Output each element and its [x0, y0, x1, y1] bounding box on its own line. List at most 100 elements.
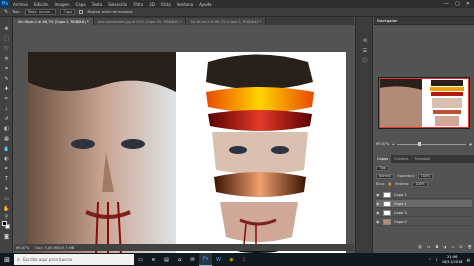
shape-tool-icon[interactable]: ▭	[3, 195, 10, 202]
menu-ayuda[interactable]: Ayuda	[196, 2, 214, 7]
tab-sin-titulo-1[interactable]: Sin título-1 al 66,7% (Capa 1, RGB/8#) *	[14, 18, 94, 25]
healing-brush-icon[interactable]: ✚	[3, 85, 10, 92]
menu-vista[interactable]: Vista	[158, 2, 174, 7]
navigator-zoom-value[interactable]: 66,67%	[376, 142, 389, 146]
zoom-out-icon[interactable]: ▴	[392, 142, 394, 146]
opacity-field[interactable]: 100%	[417, 173, 434, 179]
layer-row[interactable]: ◉ Capa 1	[376, 200, 472, 208]
sample-size-select[interactable]: Tabla: autom...	[24, 9, 57, 15]
navigator-preview[interactable]	[378, 77, 470, 129]
notifications-icon[interactable]: ▤	[467, 258, 470, 262]
photoshop-logo: Ps	[0, 0, 10, 8]
windows-start-icon[interactable]: ⊞	[0, 253, 14, 266]
slice-right-eye	[271, 146, 289, 154]
pen-tool-icon[interactable]: ✒	[3, 165, 10, 172]
mask-icon[interactable]: ◘	[435, 245, 438, 249]
zoom-in-icon[interactable]: ▲	[469, 142, 472, 146]
menu-edicion[interactable]: Edición	[31, 2, 51, 7]
blur-tool-icon[interactable]: 💧	[3, 145, 10, 152]
minimize-button[interactable]: —	[444, 1, 449, 7]
menu-capa[interactable]: Capa	[73, 2, 89, 7]
menu-archivo[interactable]: Archivo	[10, 2, 31, 7]
foreground-color-swatch[interactable]	[2, 221, 7, 226]
menu-imagen[interactable]: Imagen	[51, 2, 72, 7]
trash-icon[interactable]: 🗑	[468, 245, 472, 249]
zoom-slider[interactable]	[397, 141, 467, 146]
path-select-icon[interactable]: ➤	[3, 185, 10, 192]
tab-sin-titulo-2[interactable]: Sin título-2 al 66,7% (Capa 2, RGB/8#) *	[186, 18, 267, 25]
tab-capas[interactable]: Capas	[374, 155, 392, 163]
visibility-eye-icon[interactable]: ◉	[376, 201, 380, 206]
brush-tool-icon[interactable]: ✏	[3, 95, 10, 102]
canvas[interactable]	[28, 52, 346, 255]
type-tool-icon[interactable]: T	[3, 175, 10, 182]
properties-icon[interactable]: ☰	[361, 47, 369, 54]
history-icon[interactable]: ⟲	[361, 37, 369, 44]
kind-filter-select[interactable]: Tipo	[376, 165, 389, 171]
link-layers-icon[interactable]: ⛓	[418, 245, 422, 249]
blend-mode-select[interactable]: Normal	[376, 173, 394, 179]
tab-canales[interactable]: Canales	[391, 155, 411, 163]
clock[interactable]: 21:06 16/11/2018	[442, 255, 463, 264]
menu-3d[interactable]: 3D	[146, 2, 158, 7]
adjustment-icon[interactable]: ◑	[443, 245, 446, 249]
chrome-icon[interactable]: ◉	[225, 253, 238, 266]
mail-icon[interactable]: ✉	[186, 253, 199, 266]
quick-select-tool-icon[interactable]: ✲	[3, 55, 10, 62]
tab-pier-eyeremark[interactable]: pier-eyeremark.jpg al 50% (Capa 00, RGB/…	[93, 18, 187, 25]
taskbar-search[interactable]: ⚲ Escribe aquí para buscar	[14, 254, 134, 265]
gradient-tool-icon[interactable]: ▦	[3, 135, 10, 142]
size-label: Tam:	[12, 10, 21, 14]
close-button[interactable]: ✕	[466, 1, 470, 7]
blend-row: Normal Opacidad: 100%	[376, 173, 472, 179]
quick-mask-icon[interactable]: ◙	[3, 233, 10, 240]
zoom-readout[interactable]: 66,67%	[16, 246, 29, 250]
fill-field[interactable]: 100%	[412, 181, 428, 187]
menu-seleccion[interactable]: Selección	[105, 2, 130, 7]
hand-tool-icon[interactable]: ✋	[3, 205, 10, 212]
fill-label: Relleno:	[395, 182, 410, 186]
layer-row[interactable]: ◉ Capa 2	[376, 191, 472, 199]
store-icon[interactable]: ⌂	[173, 253, 186, 266]
info-icon[interactable]: ⓘ	[361, 57, 369, 64]
task-view-icon[interactable]: ▭	[134, 253, 147, 266]
group-folder-icon[interactable]: ▭	[451, 245, 454, 249]
tab-trazados[interactable]: Trazados	[411, 155, 433, 163]
edge-icon[interactable]: e	[147, 253, 160, 266]
word-icon[interactable]: W	[212, 253, 225, 266]
move-tool-icon[interactable]: ✥	[3, 25, 10, 32]
new-layer-icon[interactable]: ⊞	[460, 245, 463, 249]
volume-icon[interactable]: ♪	[436, 258, 438, 262]
eyedropper-icon[interactable]: ✎	[3, 75, 10, 82]
file-explorer-icon[interactable]: ▤	[160, 253, 173, 266]
network-icon[interactable]: ⌃	[429, 258, 432, 262]
menu-ventana[interactable]: Ventana	[174, 2, 196, 7]
photoshop-taskbar-icon[interactable]: Ps	[199, 253, 212, 266]
sample-layer-select[interactable]: Capa	[60, 9, 76, 15]
app-c-icon[interactable]: C	[238, 253, 251, 266]
sample-ring-checkbox[interactable]	[79, 10, 84, 14]
eyedropper-tool-icon[interactable]: ✎	[4, 9, 8, 15]
menu-filtro[interactable]: Filtro	[130, 2, 146, 7]
fx-icon[interactable]: fx	[427, 245, 430, 249]
navigator-panel-header[interactable]: Navegador	[374, 17, 474, 25]
lasso-tool-icon[interactable]: ➰	[3, 45, 10, 52]
marquee-tool-icon[interactable]: ⬚	[3, 35, 10, 42]
maximize-button[interactable]: ▢	[455, 1, 460, 7]
stamp-tool-icon[interactable]: ⊥	[3, 105, 10, 112]
lock-icon[interactable]: 🔒	[388, 182, 392, 186]
menu-texto[interactable]: Texto	[89, 2, 106, 7]
navigator-view-box[interactable]	[379, 78, 469, 128]
crop-tool-icon[interactable]: ⌗	[3, 65, 10, 72]
zoom-slider-knob[interactable]	[417, 141, 421, 146]
history-brush-icon[interactable]: ↺	[3, 115, 10, 122]
layer-row[interactable]: ◉ Capa 3	[376, 209, 472, 217]
layer-row[interactable]: ◉ Capa 0	[376, 218, 472, 226]
eraser-tool-icon[interactable]: ◧	[3, 125, 10, 132]
visibility-eye-icon[interactable]: ◉	[376, 219, 380, 224]
zoom-tool-icon[interactable]: ⚲	[3, 213, 10, 220]
dodge-tool-icon[interactable]: ◐	[3, 155, 10, 162]
layer-thumbnail	[383, 200, 391, 207]
visibility-eye-icon[interactable]: ◉	[376, 210, 380, 215]
visibility-eye-icon[interactable]: ◉	[376, 192, 380, 197]
